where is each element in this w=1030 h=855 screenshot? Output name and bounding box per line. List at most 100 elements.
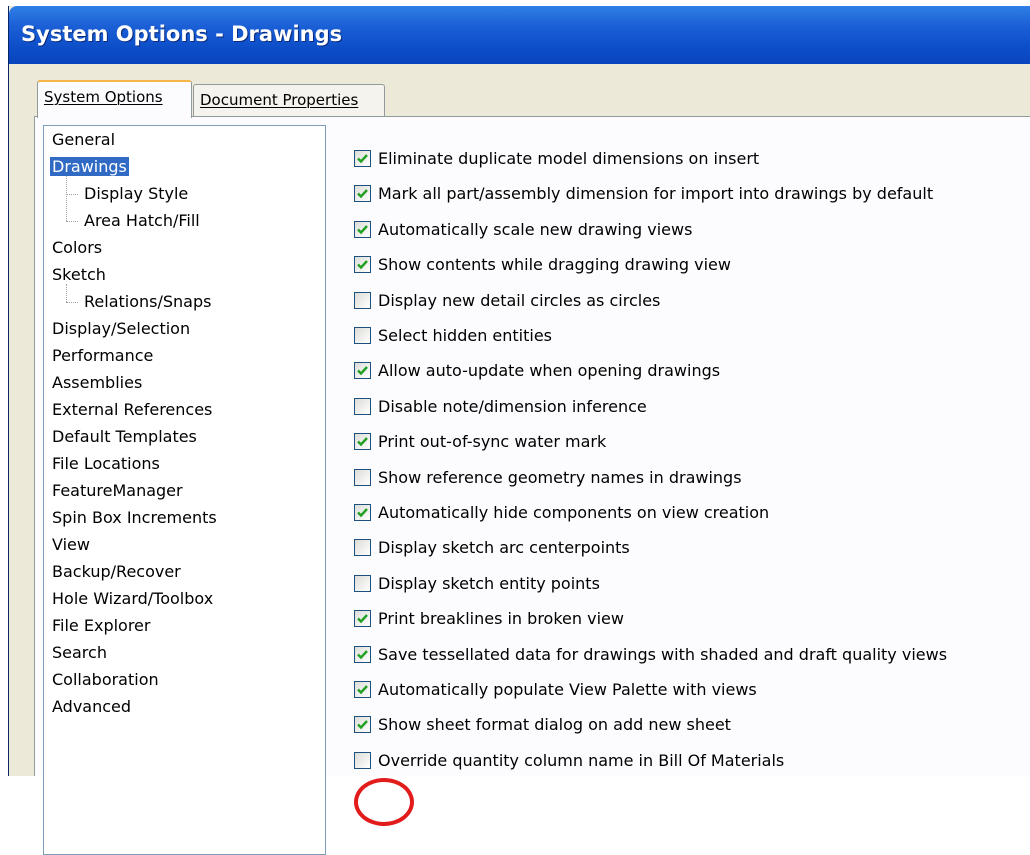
- checkbox-unchecked[interactable]: [354, 398, 371, 415]
- tree-item-label: Drawings: [50, 157, 129, 176]
- tree-item-area-hatch-fill[interactable]: Area Hatch/Fill: [84, 208, 200, 234]
- tree-item-file-explorer[interactable]: File Explorer: [52, 613, 150, 639]
- tree-item-colors[interactable]: Colors: [52, 235, 102, 261]
- tree-item-label: Display/Selection: [52, 319, 191, 338]
- checkbox-unchecked[interactable]: [354, 575, 371, 592]
- checkbox-checked[interactable]: [354, 256, 371, 273]
- tree-item-search[interactable]: Search: [52, 640, 107, 666]
- checkbox-unchecked[interactable]: [354, 327, 371, 344]
- tree-item-label: View: [52, 535, 90, 554]
- tree-connector: [66, 284, 67, 302]
- tree-item-external-references[interactable]: External References: [52, 397, 212, 423]
- tree-connector: [66, 302, 78, 303]
- tree-item-label: Performance: [52, 346, 154, 365]
- tree-item-label: Hole Wizard/Toolbox: [52, 589, 214, 608]
- option-label: Print out-of-sync water mark: [378, 432, 607, 451]
- tree-item-relations-snaps[interactable]: Relations/Snaps: [84, 289, 211, 315]
- tree-item-label: Relations/Snaps: [84, 292, 212, 311]
- tree-item-drawings[interactable]: Drawings: [50, 154, 129, 180]
- tree-item-assemblies[interactable]: Assemblies: [52, 370, 142, 396]
- system-options-dialog: System Options - Drawings System Options…: [8, 6, 1030, 855]
- tree-item-featuremanager[interactable]: FeatureManager: [52, 478, 183, 504]
- tree-connector: [66, 194, 78, 195]
- option-label: Save tessellated data for drawings with …: [378, 645, 948, 664]
- window-title: System Options - Drawings: [21, 22, 343, 46]
- tree-item-spin-box-increments[interactable]: Spin Box Increments: [52, 505, 217, 531]
- checkmark-icon: [357, 154, 368, 164]
- title-bar[interactable]: System Options - Drawings: [9, 6, 1030, 64]
- tree-item-sketch[interactable]: Sketch: [52, 262, 106, 288]
- checkmark-icon: [357, 225, 368, 235]
- checkbox-checked[interactable]: [354, 150, 371, 167]
- tree-item-general[interactable]: General: [52, 127, 115, 153]
- tab-label: Document Properties: [200, 91, 359, 109]
- checkbox-checked[interactable]: [354, 433, 371, 450]
- option-label: Eliminate duplicate model dimensions on …: [378, 149, 760, 168]
- tree-item-label: Advanced: [52, 697, 132, 716]
- tree-item-backup-recover[interactable]: Backup/Recover: [52, 559, 181, 585]
- option-label: Allow auto-update when opening drawings: [378, 361, 721, 380]
- dialog-client-area: System Options Document Properties Gener…: [9, 64, 1030, 855]
- tab-system-options[interactable]: System Options: [37, 80, 192, 118]
- checkmark-icon: [357, 685, 368, 695]
- tree-item-label: Search: [52, 643, 107, 662]
- tree-item-label: Colors: [52, 238, 103, 257]
- option-label: Automatically populate View Palette with…: [378, 680, 757, 699]
- tab-label: System Options: [44, 88, 163, 106]
- option-label: Override quantity column name in Bill Of…: [378, 751, 785, 770]
- option-label: Show contents while dragging drawing vie…: [378, 255, 731, 274]
- checkmark-icon: [357, 366, 368, 376]
- checkbox-checked[interactable]: [354, 610, 371, 627]
- tree-connector: [66, 221, 78, 222]
- checkbox-unchecked[interactable]: [354, 292, 371, 309]
- tab-document-properties[interactable]: Document Properties: [193, 84, 385, 116]
- checkbox-unchecked[interactable]: [354, 469, 371, 486]
- checkmark-icon: [357, 650, 368, 660]
- checkbox-checked[interactable]: [354, 716, 371, 733]
- checkmark-icon: [357, 437, 368, 447]
- tree-item-label: File Locations: [52, 454, 160, 473]
- tree-item-label: FeatureManager: [52, 481, 183, 500]
- tab-panel: General Drawings Display Style Area Hatch/F…: [34, 116, 1030, 855]
- checkmark-icon: [357, 720, 368, 730]
- checkbox-checked[interactable]: [354, 362, 371, 379]
- tree-item-display-selection[interactable]: Display/Selection: [52, 316, 190, 342]
- tree-item-label: Area Hatch/Fill: [84, 211, 200, 230]
- option-label: Display sketch entity points: [378, 574, 600, 593]
- tree-item-label: Spin Box Increments: [52, 508, 217, 527]
- checkbox-checked[interactable]: [354, 681, 371, 698]
- tree-item-default-templates[interactable]: Default Templates: [52, 424, 197, 450]
- tree-item-label: Assemblies: [52, 373, 143, 392]
- checkmark-icon: [357, 260, 368, 270]
- checkbox-checked[interactable]: [354, 221, 371, 238]
- checkmark-icon: [357, 189, 368, 199]
- tree-item-view[interactable]: View: [52, 532, 90, 558]
- tree-item-hole-wizard-toolbox[interactable]: Hole Wizard/Toolbox: [52, 586, 213, 612]
- tree-item-label: External References: [52, 400, 213, 419]
- option-label: Automatically scale new drawing views: [378, 220, 693, 239]
- option-label: Show reference geometry names in drawing…: [378, 468, 742, 487]
- tree-item-file-locations[interactable]: File Locations: [52, 451, 160, 477]
- checkbox-checked[interactable]: [354, 504, 371, 521]
- option-label: Print breaklines in broken view: [378, 609, 624, 628]
- tree-item-display-style[interactable]: Display Style: [84, 181, 188, 207]
- tree-item-label: Collaboration: [52, 670, 159, 689]
- options-tree[interactable]: General Drawings Display Style Area Hatch/F…: [43, 125, 326, 855]
- tree-item-label: Sketch: [52, 265, 106, 284]
- tree-item-performance[interactable]: Performance: [52, 343, 153, 369]
- checkbox-unchecked[interactable]: [354, 539, 371, 556]
- checkbox-unchecked[interactable]: [354, 752, 371, 769]
- option-label: Show sheet format dialog on add new shee…: [378, 715, 731, 734]
- option-label: Mark all part/assembly dimension for imp…: [378, 184, 934, 203]
- checkbox-checked[interactable]: [354, 185, 371, 202]
- tree-item-advanced[interactable]: Advanced: [52, 694, 131, 720]
- option-label: Display new detail circles as circles: [378, 291, 661, 310]
- option-label: Select hidden entities: [378, 326, 553, 345]
- tree-item-collaboration[interactable]: Collaboration: [52, 667, 159, 693]
- tree-connector: [66, 176, 67, 221]
- checkmark-icon: [357, 614, 368, 624]
- checkmark-icon: [357, 508, 368, 518]
- tree-item-label: General: [52, 130, 116, 149]
- checkbox-checked[interactable]: [354, 646, 371, 663]
- annotation-highlight-circle: [354, 778, 414, 826]
